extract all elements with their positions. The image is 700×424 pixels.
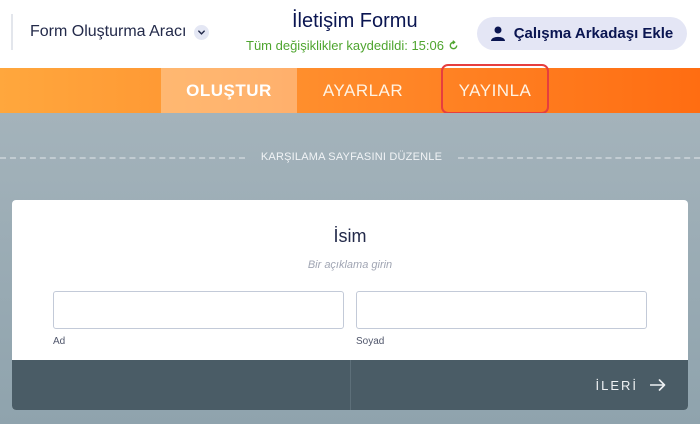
first-name-label: Ad (53, 336, 66, 347)
form-title[interactable]: İletişim Formu (292, 10, 418, 33)
divider (11, 14, 13, 50)
form-card: İsim Bir açıklama girin Ad Soyad İLERİ (12, 200, 688, 410)
chevron-down-icon (194, 24, 210, 40)
next-button[interactable]: İLERİ (595, 360, 666, 410)
main-tab-bar: OLUŞTUR AYARLAR YAYINLA (0, 68, 700, 113)
add-collaborator-button[interactable]: Çalışma Arkadaşı Ekle (477, 17, 687, 50)
tab-publish[interactable]: YAYINLA (441, 68, 549, 113)
next-label: İLERİ (595, 377, 638, 393)
form-builder-menu[interactable]: Form Oluşturma Aracı (30, 23, 210, 41)
card-footer: İLERİ (12, 360, 688, 410)
last-name-label: Soyad (356, 336, 385, 347)
save-status-text: Tüm değişiklikler kaydedildi: 15:06 (246, 38, 444, 53)
field-title[interactable]: İsim (12, 226, 688, 247)
footer-divider (350, 360, 351, 410)
edit-welcome-page-link[interactable]: KARŞILAMA SAYFASINI DÜZENLE (245, 151, 458, 163)
last-name-input[interactable] (356, 291, 647, 329)
dashed-divider (0, 157, 245, 159)
dashed-divider (458, 157, 700, 159)
field-description[interactable]: Bir açıklama girin (12, 259, 688, 271)
save-status: Tüm değişiklikler kaydedildi: 15:06 (246, 38, 459, 53)
user-icon (490, 26, 505, 41)
top-bar: Form Oluşturma Aracı İletişim Formu Tüm … (0, 0, 700, 68)
arrow-right-icon (650, 379, 666, 391)
builder-name: Form Oluşturma Aracı (30, 23, 187, 40)
tab-settings[interactable]: AYARLAR (305, 68, 421, 113)
first-name-input[interactable] (53, 291, 344, 329)
refresh-icon (449, 40, 458, 50)
add-collaborator-label: Çalışma Arkadaşı Ekle (513, 25, 674, 42)
tab-create[interactable]: OLUŞTUR (161, 68, 297, 113)
